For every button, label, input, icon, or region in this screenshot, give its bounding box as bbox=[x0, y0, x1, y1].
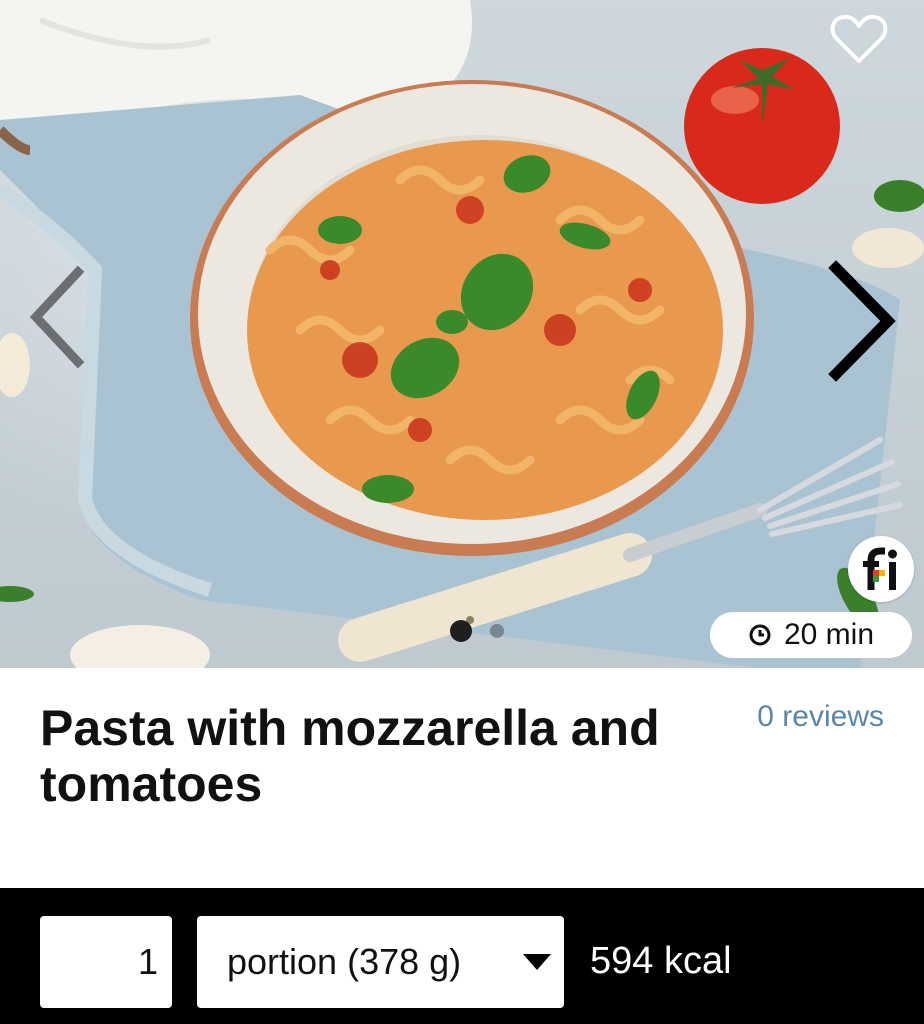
reviews-link[interactable]: 0 reviews bbox=[757, 700, 884, 734]
heart-outline-icon bbox=[830, 14, 888, 63]
cook-time-label: 20 min bbox=[783, 618, 875, 651]
clock-icon bbox=[749, 624, 771, 646]
cook-time-badge: 20 min bbox=[710, 612, 912, 658]
brand-badge bbox=[848, 536, 914, 602]
calories-value: 594 kcal bbox=[590, 940, 732, 982]
portion-unit-value: portion (378 g) bbox=[227, 941, 462, 982]
image-pagination bbox=[450, 620, 504, 642]
next-image-button[interactable] bbox=[816, 258, 906, 384]
recipe-hero-image[interactable]: 20 min bbox=[0, 0, 924, 668]
chevron-left-icon bbox=[29, 265, 85, 369]
favorite-button[interactable] bbox=[826, 10, 892, 68]
previous-image-button[interactable] bbox=[20, 262, 100, 372]
pagination-dot[interactable] bbox=[490, 624, 504, 638]
quantity-input[interactable]: 1 bbox=[40, 916, 172, 1008]
nutrition-bar: 1 portion (378 g) 594 kcal bbox=[0, 888, 924, 1024]
recipe-title: Pasta with mozzarella and tomatoes bbox=[40, 700, 660, 812]
pagination-dot-active[interactable] bbox=[450, 620, 472, 642]
chevron-right-icon bbox=[828, 260, 896, 382]
fi-logo-icon bbox=[863, 547, 897, 590]
dropdown-caret-icon bbox=[520, 946, 554, 980]
portion-unit-select[interactable]: portion (378 g) bbox=[197, 916, 564, 1008]
quantity-value: 1 bbox=[137, 941, 158, 982]
pasta-photo bbox=[0, 0, 924, 668]
